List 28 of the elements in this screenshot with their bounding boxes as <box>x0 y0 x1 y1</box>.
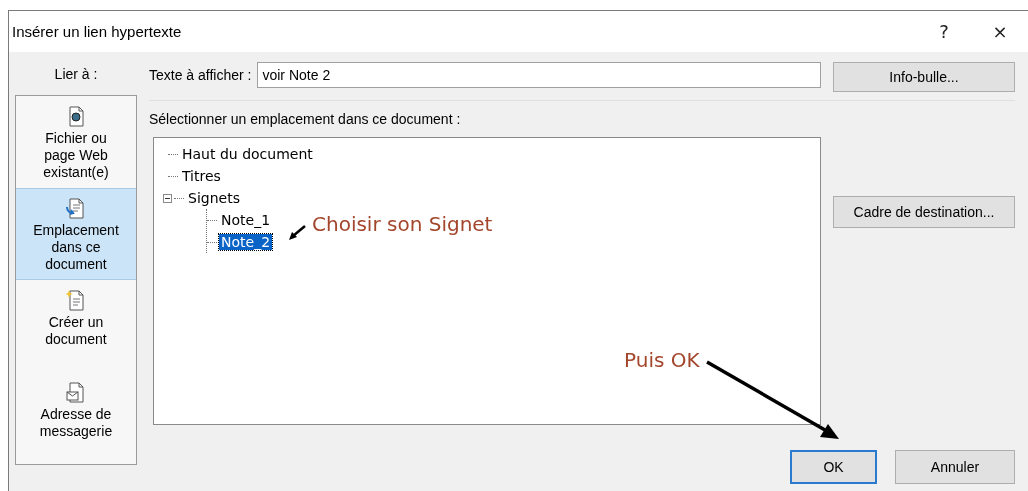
new-document-icon <box>66 289 86 311</box>
cancel-button[interactable]: Annuler <box>895 450 1015 484</box>
field-label: Texte à afficher : <box>149 67 252 83</box>
ok-button[interactable]: OK <box>790 450 877 484</box>
location-label: Sélectionner un emplacement dans ce document : <box>149 111 461 127</box>
link-type-item[interactable]: Fichier ou page Web existant(e) <box>16 96 136 188</box>
tree-item[interactable]: Signets <box>186 190 242 206</box>
target-frame-button[interactable]: Cadre de destination... <box>833 196 1015 228</box>
document-globe-icon <box>66 105 86 127</box>
display-text-field[interactable]: voir Note 2 <box>257 62 821 88</box>
tree-item[interactable]: Titres <box>180 168 223 184</box>
tree-item[interactable]: Note_1 <box>219 212 273 228</box>
link-type-item[interactable]: Créer un document <box>16 280 136 372</box>
document-envelope-icon <box>66 381 86 403</box>
tree-item[interactable]: Note_2 <box>219 234 273 250</box>
annotation-text: Choisir son Signet <box>312 212 493 236</box>
collapse-toggle[interactable] <box>163 193 172 203</box>
annotation-arrow <box>287 224 307 242</box>
help-button[interactable]: ? <box>916 11 972 52</box>
annotation-text: Puis OK <box>624 348 700 372</box>
link-to-label: Lier à : <box>54 66 98 84</box>
link-type-item[interactable]: Adresse de messagerie <box>16 372 136 464</box>
link-type-item[interactable]: Emplacement dans ce document <box>16 188 136 280</box>
window-title: Insérer un lien hypertexte <box>12 23 183 40</box>
tooltip-button[interactable]: Info-bulle... <box>833 62 1015 92</box>
document-arrow-icon <box>66 197 86 219</box>
tree-item[interactable]: Haut du document <box>180 146 315 162</box>
close-button[interactable]: × <box>972 11 1028 52</box>
